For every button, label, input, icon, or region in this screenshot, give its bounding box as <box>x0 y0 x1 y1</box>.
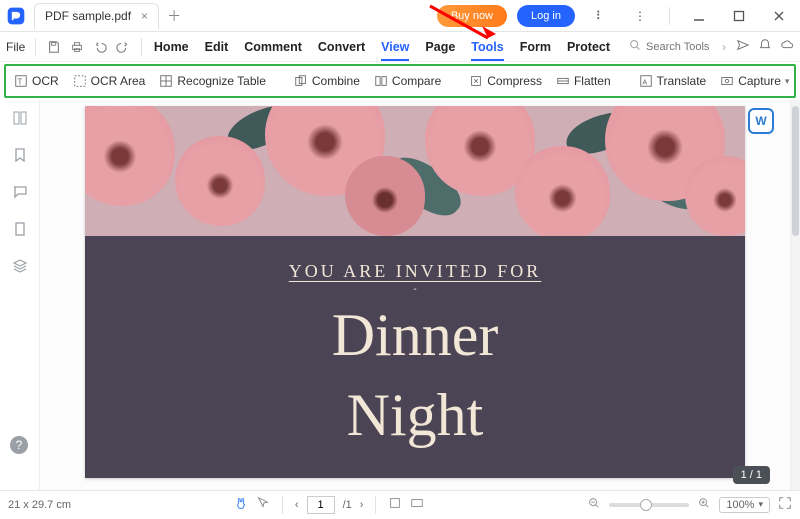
divider <box>669 7 670 25</box>
save-icon[interactable] <box>44 36 63 58</box>
bell-icon[interactable] <box>758 38 772 55</box>
divider <box>282 496 283 514</box>
search-tools[interactable] <box>628 38 714 55</box>
chevron-down-icon: ▾ <box>758 499 763 510</box>
divider <box>35 38 36 56</box>
capture-button[interactable]: Capture▾ <box>720 74 789 88</box>
compare-button[interactable]: Compare <box>374 74 441 88</box>
ocr-button[interactable]: TOCR <box>14 74 59 88</box>
floral-banner <box>85 106 745 236</box>
divider <box>375 496 376 514</box>
fit-width-icon[interactable] <box>388 496 402 513</box>
log-in-button[interactable]: Log in <box>517 5 575 27</box>
tab-protect[interactable]: Protect <box>567 34 610 60</box>
ocr-area-button[interactable]: OCR Area <box>73 74 146 88</box>
fit-page-icon[interactable] <box>410 496 424 513</box>
page-indicator-badge: 1 / 1 <box>733 466 770 484</box>
pdf-page: YOU ARE INVITED FOR - Dinner Night <box>85 106 745 478</box>
help-button[interactable]: ? <box>10 436 28 454</box>
invitation-line2: Dinner <box>85 301 745 370</box>
translate-icon: A <box>639 74 653 88</box>
search-input[interactable] <box>646 41 714 53</box>
undo-icon[interactable] <box>91 36 110 58</box>
zoom-out-icon[interactable] <box>587 496 601 513</box>
app-logo <box>0 0 32 32</box>
document-tab-title: PDF sample.pdf <box>45 9 131 23</box>
tab-home[interactable]: Home <box>154 34 189 60</box>
tab-view[interactable]: View <box>381 34 409 60</box>
zoom-slider[interactable] <box>609 503 689 507</box>
vertical-scrollbar[interactable] <box>790 100 800 490</box>
recognize-table-button[interactable]: Recognize Table <box>159 74 266 88</box>
ocr-icon: T <box>14 74 28 88</box>
compress-icon <box>469 74 483 88</box>
page-total: /1 <box>343 499 352 511</box>
zoom-dropdown[interactable]: 100%▾ <box>719 497 770 513</box>
buy-now-button[interactable]: Buy now <box>437 5 507 27</box>
page-number-input[interactable] <box>307 496 335 514</box>
flatten-icon <box>556 74 570 88</box>
invitation-separator: - <box>85 284 745 295</box>
cloud-icon[interactable] <box>780 38 794 55</box>
hand-tool-icon[interactable] <box>234 496 248 513</box>
tab-convert[interactable]: Convert <box>318 34 365 60</box>
redo-icon[interactable] <box>114 36 133 58</box>
share-icon[interactable] <box>736 38 750 55</box>
tab-form[interactable]: Form <box>520 34 551 60</box>
translate-button[interactable]: ATranslate <box>639 74 707 88</box>
combine-button[interactable]: Combine <box>294 74 360 88</box>
invitation-line3: Night <box>85 381 745 450</box>
fullscreen-icon[interactable] <box>778 496 792 513</box>
document-tab[interactable]: PDF sample.pdf × <box>34 3 159 29</box>
search-icon <box>628 38 642 55</box>
svg-text:T: T <box>18 78 23 87</box>
svg-text:A: A <box>642 80 647 87</box>
tab-tools[interactable]: Tools <box>471 34 503 60</box>
new-tab-button[interactable]: ＋ <box>167 6 181 26</box>
layers-icon[interactable] <box>12 258 28 277</box>
file-menu[interactable]: File <box>6 40 25 54</box>
zoom-in-icon[interactable] <box>697 496 711 513</box>
close-tab-icon[interactable]: × <box>141 9 148 23</box>
zoom-slider-knob[interactable] <box>640 499 652 511</box>
tab-comment[interactable]: Comment <box>244 34 302 60</box>
compare-icon <box>374 74 388 88</box>
page-dimensions: 21 x 29.7 cm <box>8 499 71 511</box>
document-canvas[interactable]: YOU ARE INVITED FOR - Dinner Night W 1 /… <box>40 100 790 490</box>
divider <box>141 38 142 56</box>
chevron-down-icon: ▾ <box>785 76 790 87</box>
combine-icon <box>294 74 308 88</box>
camera-icon <box>720 74 734 88</box>
bookmark-icon[interactable] <box>12 147 28 166</box>
prev-page-icon[interactable]: ‹ <box>295 499 299 511</box>
attachment-icon[interactable] <box>12 221 28 240</box>
print-icon[interactable] <box>67 36 86 58</box>
compress-button[interactable]: Compress <box>469 74 542 88</box>
tools-ribbon-highlight: TOCR OCR Area Recognize Table Combine Co… <box>4 64 796 98</box>
side-panel <box>0 100 40 490</box>
tab-edit[interactable]: Edit <box>205 34 229 60</box>
maximize-button[interactable] <box>724 2 754 30</box>
flatten-button[interactable]: Flatten <box>556 74 611 88</box>
next-page-icon[interactable]: › <box>360 499 364 511</box>
convert-to-word-badge[interactable]: W <box>748 108 774 134</box>
tab-page[interactable]: Page <box>425 34 455 60</box>
minimize-button[interactable] <box>684 2 714 30</box>
scroll-thumb[interactable] <box>792 106 799 236</box>
comment-panel-icon[interactable] <box>12 184 28 203</box>
overflow-menu-icon[interactable]: ⠇ <box>585 2 615 30</box>
invitation-line1: YOU ARE INVITED FOR <box>85 261 745 282</box>
chevron-right-icon[interactable]: › <box>722 40 726 54</box>
thumbnails-icon[interactable] <box>12 110 28 129</box>
close-window-button[interactable] <box>764 2 794 30</box>
select-tool-icon[interactable] <box>256 496 270 513</box>
kebab-icon[interactable]: ⋮ <box>625 2 655 30</box>
ocr-area-icon <box>73 74 87 88</box>
table-icon <box>159 74 173 88</box>
